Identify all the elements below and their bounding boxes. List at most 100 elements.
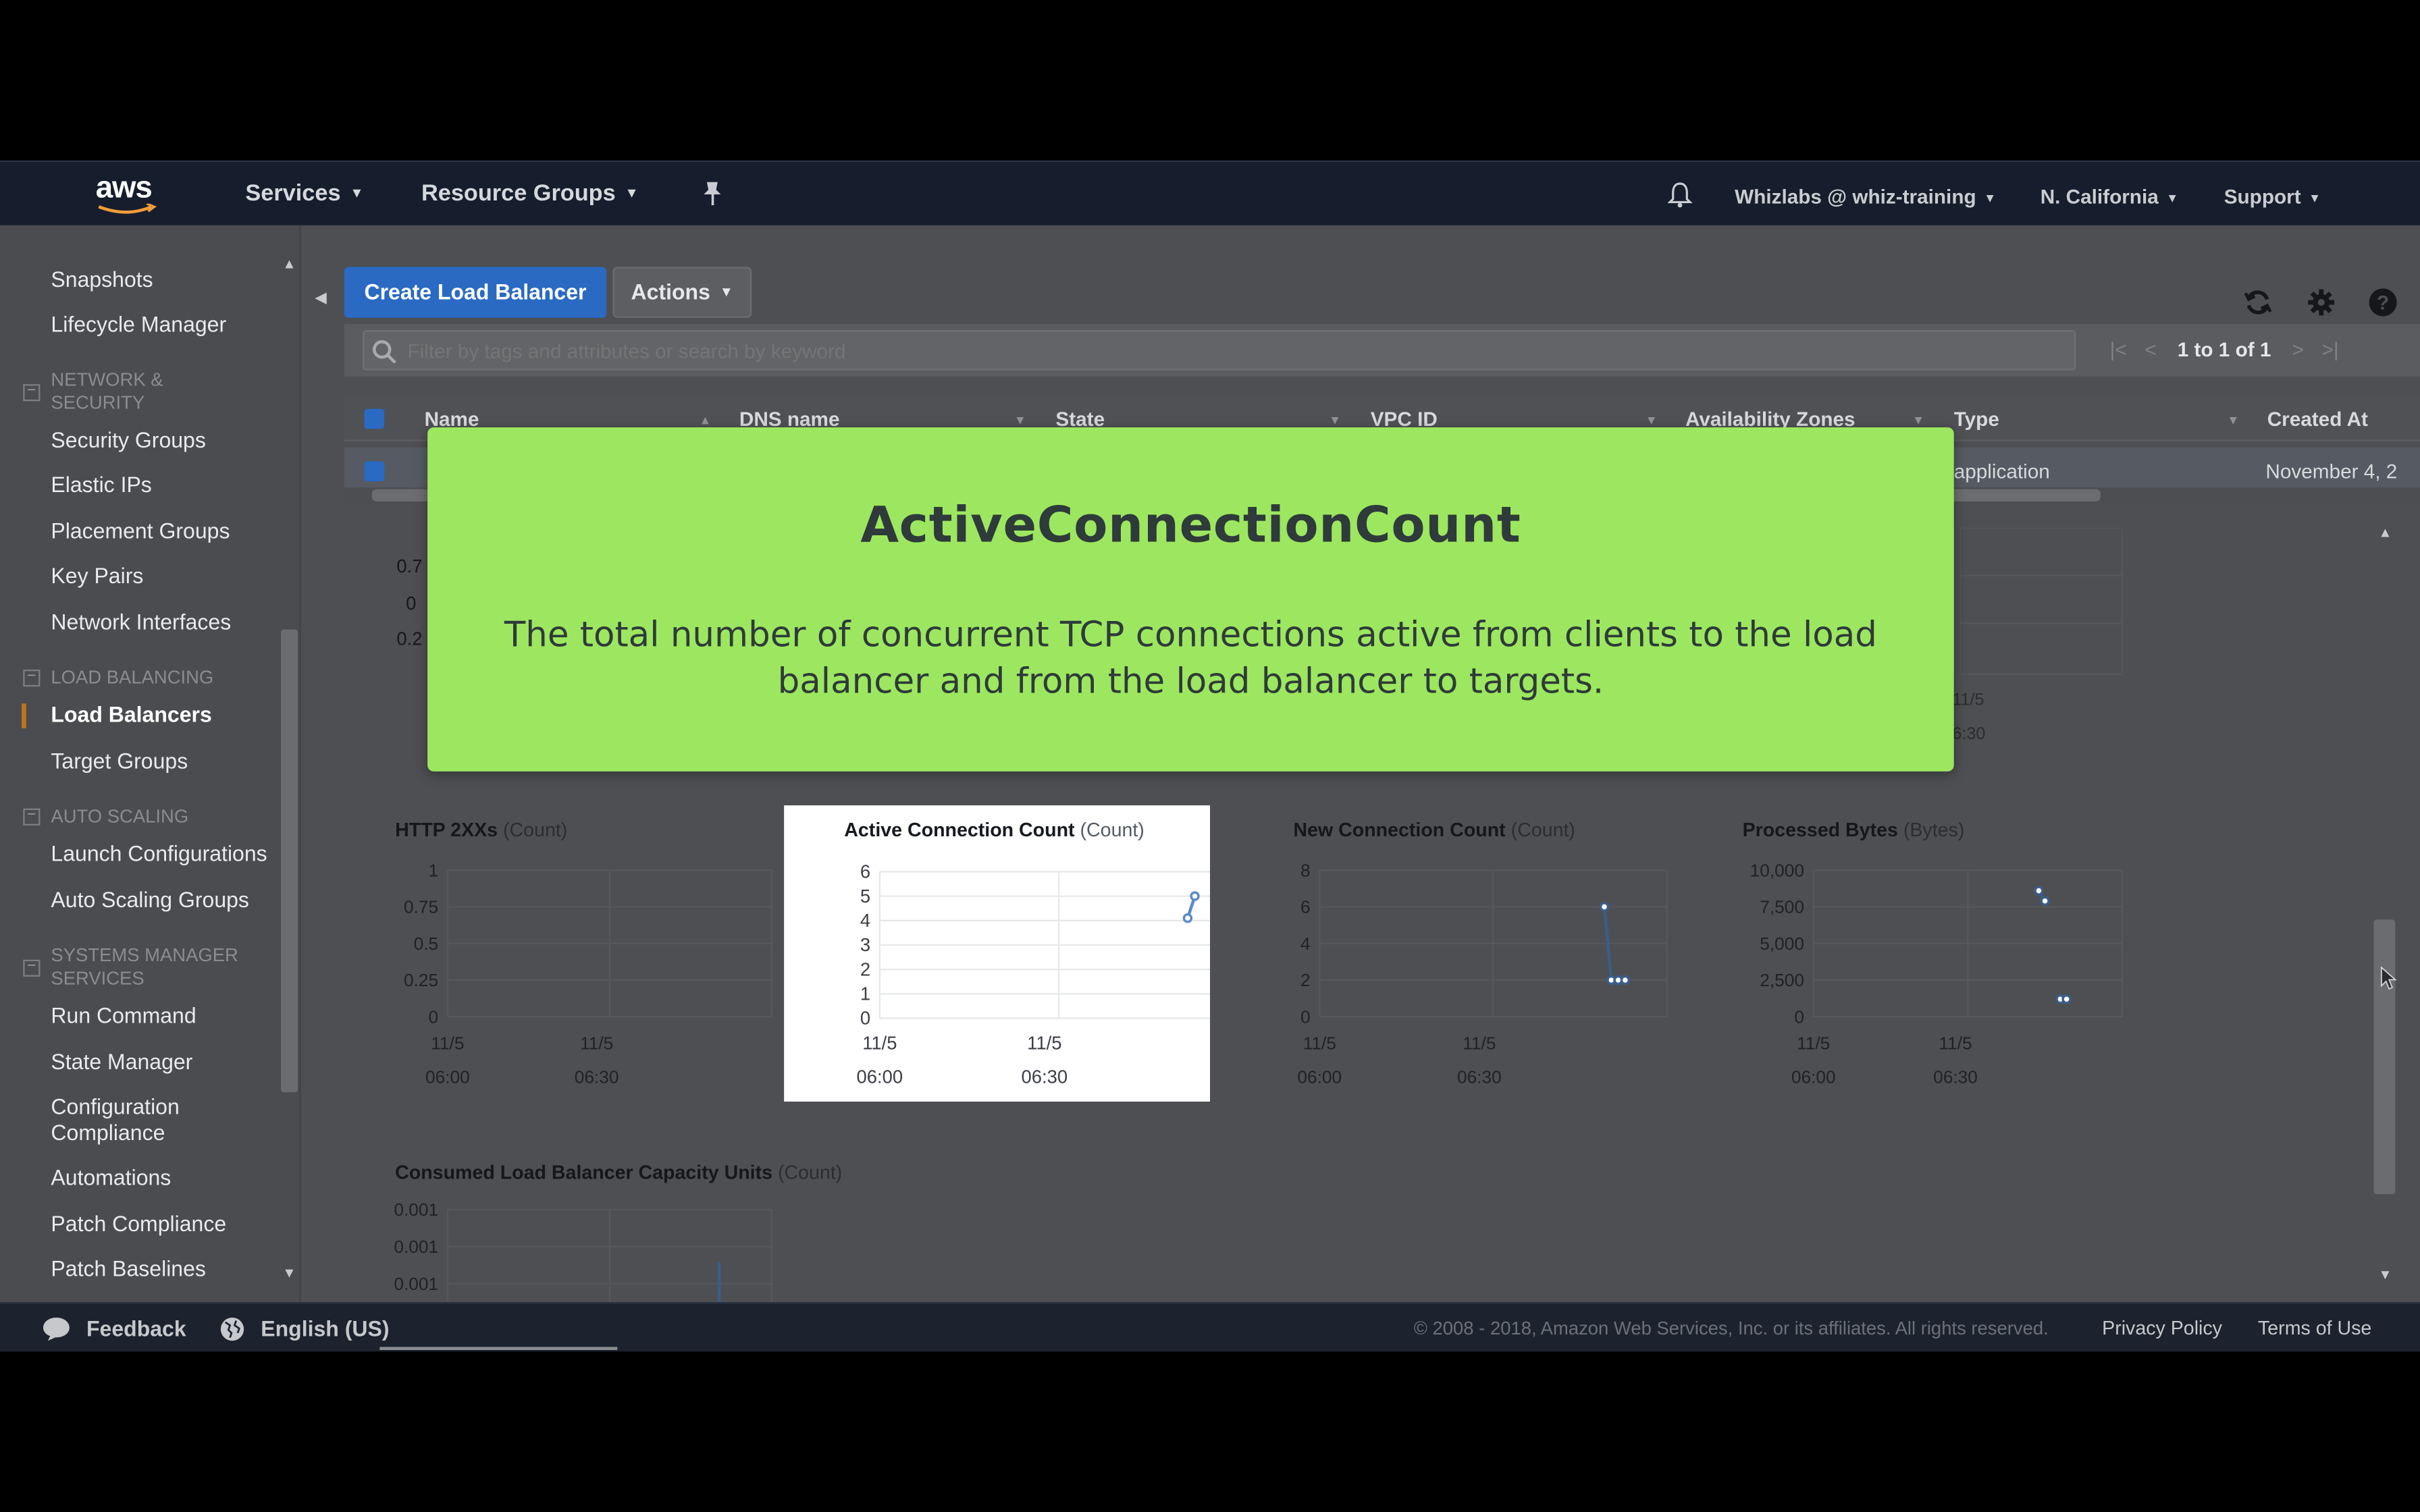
sort-icon[interactable]: ▼ [1014,414,1026,428]
x-tick-label: 06:30 [1021,1066,1068,1087]
x-tick-label: 06:00 [1297,1067,1342,1087]
y-tick-label: 2 [1300,970,1311,990]
actions-label: Actions [631,279,710,304]
sidebar-item-run-command[interactable]: Run Command [51,1003,196,1029]
sort-icon[interactable]: ▼ [1912,414,1924,428]
sort-icon[interactable]: ▼ [2227,414,2239,428]
x-tick-label: 11/5 [1939,1033,1972,1053]
sidebar-item-automations[interactable]: Automations [51,1165,171,1191]
sidebar-item-key-pairs[interactable]: Key Pairs [51,563,143,589]
column-type[interactable]: Type [1954,407,1999,430]
y-tick-label: 3 [860,934,870,955]
footer: Feedback English (US) © 2008 - 2018, Ama… [0,1302,2420,1352]
search-input[interactable] [363,330,2076,371]
sidebar-section-systems-manager: SYSTEMS MANAGER SERVICES [51,944,238,990]
scroll-down-icon[interactable]: ▼ [2378,1267,2392,1282]
x-tick-label: 11/5 [1797,1033,1830,1053]
data-point [2034,886,2044,896]
sidebar-item-network-interfaces[interactable]: Network Interfaces [51,610,231,636]
collapse-icon[interactable]: − [23,959,41,977]
scroll-up-icon[interactable]: ▲ [2378,524,2392,540]
sidebar-item-security-groups[interactable]: Security Groups [51,427,205,454]
y-tick-label: 0.25 [404,970,438,990]
scroll-down-icon[interactable]: ▼ [282,1265,296,1280]
top-navigation-bar: aws Services ▼ Resource Groups ▼ Whizlabs … [0,160,2420,225]
previous-page-icon[interactable]: < [2145,338,2156,361]
support-menu[interactable]: Support ▼ [2224,185,2321,208]
region-label: N. California [2040,185,2159,209]
support-label: Support [2224,185,2301,209]
sidebar-item-patch-baselines[interactable]: Patch Baselines [51,1256,206,1282]
sort-icon[interactable]: ▼ [1646,414,1658,428]
sidebar-item-lifecycle-manager[interactable]: Lifecycle Manager [51,312,226,338]
pin-icon[interactable] [701,180,724,207]
terms-of-use-link[interactable]: Terms of Use [2258,1318,2371,1339]
x-tick-label: 11/5 [1463,1033,1496,1053]
chevron-down-icon: ▼ [350,185,364,201]
sidebar-item-placement-groups[interactable]: Placement Groups [51,518,230,545]
sidebar-item-patch-compliance[interactable]: Patch Compliance [51,1211,226,1237]
aws-logo[interactable]: aws [96,171,153,207]
services-menu[interactable]: Services ▼ [245,180,363,207]
svg-text:?: ? [2377,292,2389,314]
data-point [1190,891,1200,901]
sidebar-item-configuration-compliance[interactable]: Configuration Compliance [51,1094,220,1147]
first-page-icon[interactable]: |< [2110,338,2127,361]
callout-title: ActiveConnectionCount [860,495,1521,554]
collapse-icon[interactable]: − [23,669,41,687]
partial-tick: 11/5 [1952,691,1984,710]
sidebar-scrollbar-thumb[interactable] [281,629,298,1093]
sidebar-item-snapshots[interactable]: Snapshots [51,267,153,293]
page-range: 1 to 1 of 1 [2177,338,2271,361]
row-type: application [1953,460,2050,483]
sidebar-section-load-balancing: LOAD BALANCING [51,666,214,688]
gear-icon[interactable] [2306,287,2337,318]
sidebar-item-auto-scaling-groups[interactable]: Auto Scaling Groups [51,887,249,913]
refresh-icon[interactable] [2242,287,2273,318]
partial-tick: 0.2 [396,628,423,650]
column-created-at[interactable]: Created At [2267,407,2368,430]
feedback-link[interactable]: Feedback [86,1316,186,1341]
collapse-icon[interactable]: − [23,808,41,826]
account-menu[interactable]: Whizlabs @ whiz-training ▼ [1735,185,1996,208]
sidebar-item-state-manager[interactable]: State Manager [51,1049,192,1075]
region-menu[interactable]: N. California ▼ [2041,185,2179,208]
sidebar-item-elastic-ips[interactable]: Elastic IPs [51,472,151,498]
bell-icon[interactable] [1667,180,1693,208]
data-point [2061,994,2072,1004]
next-page-icon[interactable]: > [2292,338,2304,361]
select-all-checkbox[interactable] [364,408,385,429]
create-load-balancer-button[interactable]: Create Load Balancer [344,267,607,318]
collapse-sidebar-icon[interactable]: ◀ [315,290,327,307]
sidebar-section-auto-scaling: AUTO SCALING [51,805,189,828]
x-tick-label: 11/5 [1027,1032,1061,1053]
y-tick-label: 2 [860,959,870,979]
sort-asc-icon[interactable]: ▲ [699,414,711,428]
language-selector[interactable]: English (US) [261,1316,389,1341]
chevron-down-icon: ▼ [2309,191,2321,205]
chevron-down-icon: ▼ [1984,191,1997,205]
sort-icon[interactable]: ▼ [1329,414,1341,428]
row-checkbox[interactable] [364,461,385,482]
globe-icon [220,1318,244,1341]
help-icon[interactable]: ? [2367,287,2398,318]
data-point [1182,913,1193,923]
chart-title: Consumed Load Balancer Capacity Units (C… [395,1162,843,1184]
y-tick-label: 0.75 [404,897,438,917]
sidebar-item-load-balancers[interactable]: Load Balancers [51,702,211,728]
resource-groups-menu[interactable]: Resource Groups ▼ [421,180,639,207]
last-page-icon[interactable]: >| [2322,338,2339,361]
privacy-policy-link[interactable]: Privacy Policy [2102,1318,2222,1339]
collapse-icon[interactable]: − [23,383,41,402]
sidebar-item-launch-configurations[interactable]: Launch Configurations [51,841,267,867]
y-tick-label: 4 [1300,934,1311,954]
main-scrollbar-thumb[interactable] [2373,919,2396,1195]
scroll-up-icon[interactable]: ▲ [282,256,296,271]
actions-button[interactable]: Actions ▼ [612,267,752,318]
y-tick-label: 1 [429,860,439,880]
x-tick-label: 06:30 [1933,1067,1978,1087]
data-point [1599,902,1610,912]
chart-new-connection-count-plot: 8 6 4 2 0 11/5 06:00 11/5 06:30 [1297,860,1668,1087]
sidebar-item-target-groups[interactable]: Target Groups [51,749,188,775]
services-label: Services [245,180,341,207]
